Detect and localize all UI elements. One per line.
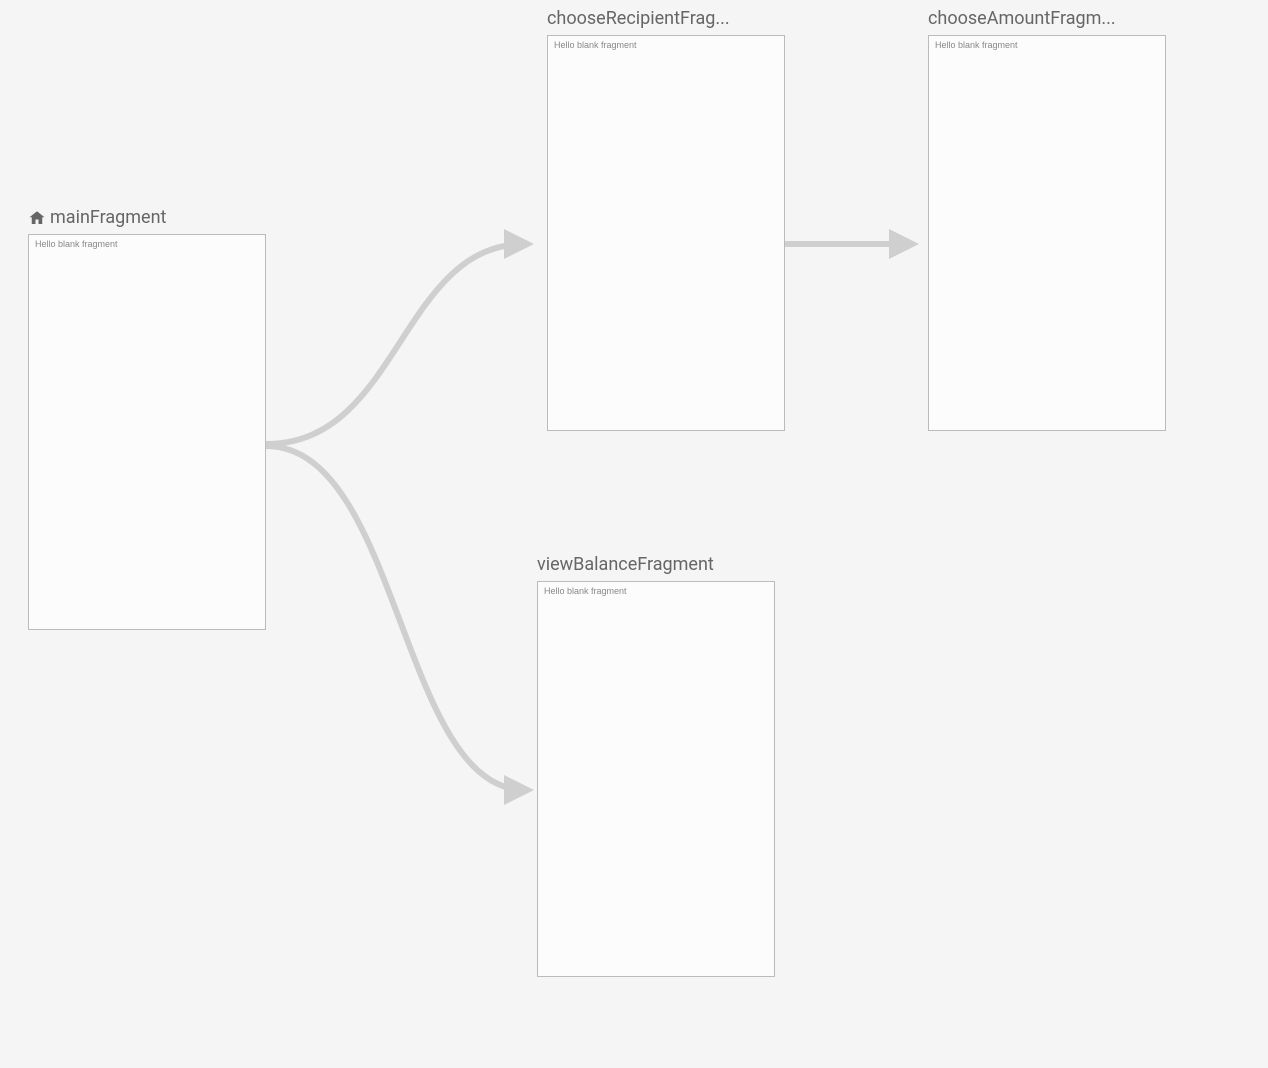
arrow-main-to-balance	[266, 446, 525, 790]
fragment-node-amount[interactable]: chooseAmountFragm... Hello blank fragmen…	[928, 8, 1166, 431]
fragment-content-text: Hello blank fragment	[35, 239, 259, 249]
fragment-title-text: chooseRecipientFrag...	[547, 8, 730, 29]
fragment-content-text: Hello blank fragment	[554, 40, 778, 50]
fragment-title-text: viewBalanceFragment	[537, 554, 714, 575]
fragment-node-balance[interactable]: viewBalanceFragment Hello blank fragment	[537, 554, 775, 977]
fragment-node-recipient[interactable]: chooseRecipientFrag... Hello blank fragm…	[547, 8, 785, 431]
fragment-title-amount: chooseAmountFragm...	[928, 8, 1166, 29]
fragment-title-recipient: chooseRecipientFrag...	[547, 8, 785, 29]
fragment-preview-main[interactable]: Hello blank fragment	[28, 234, 266, 630]
fragment-title-balance: viewBalanceFragment	[537, 554, 775, 575]
fragment-title-text: mainFragment	[50, 207, 166, 228]
fragment-title-text: chooseAmountFragm...	[928, 8, 1116, 29]
nav-graph-canvas[interactable]: mainFragment Hello blank fragment choose…	[0, 0, 1268, 1068]
home-icon	[28, 209, 46, 227]
fragment-content-text: Hello blank fragment	[544, 586, 768, 596]
fragment-content-text: Hello blank fragment	[935, 40, 1159, 50]
fragment-title-main: mainFragment	[28, 207, 266, 228]
fragment-preview-recipient[interactable]: Hello blank fragment	[547, 35, 785, 431]
arrow-main-to-recipient	[266, 244, 525, 444]
fragment-preview-balance[interactable]: Hello blank fragment	[537, 581, 775, 977]
fragment-node-main[interactable]: mainFragment Hello blank fragment	[28, 207, 266, 630]
fragment-preview-amount[interactable]: Hello blank fragment	[928, 35, 1166, 431]
